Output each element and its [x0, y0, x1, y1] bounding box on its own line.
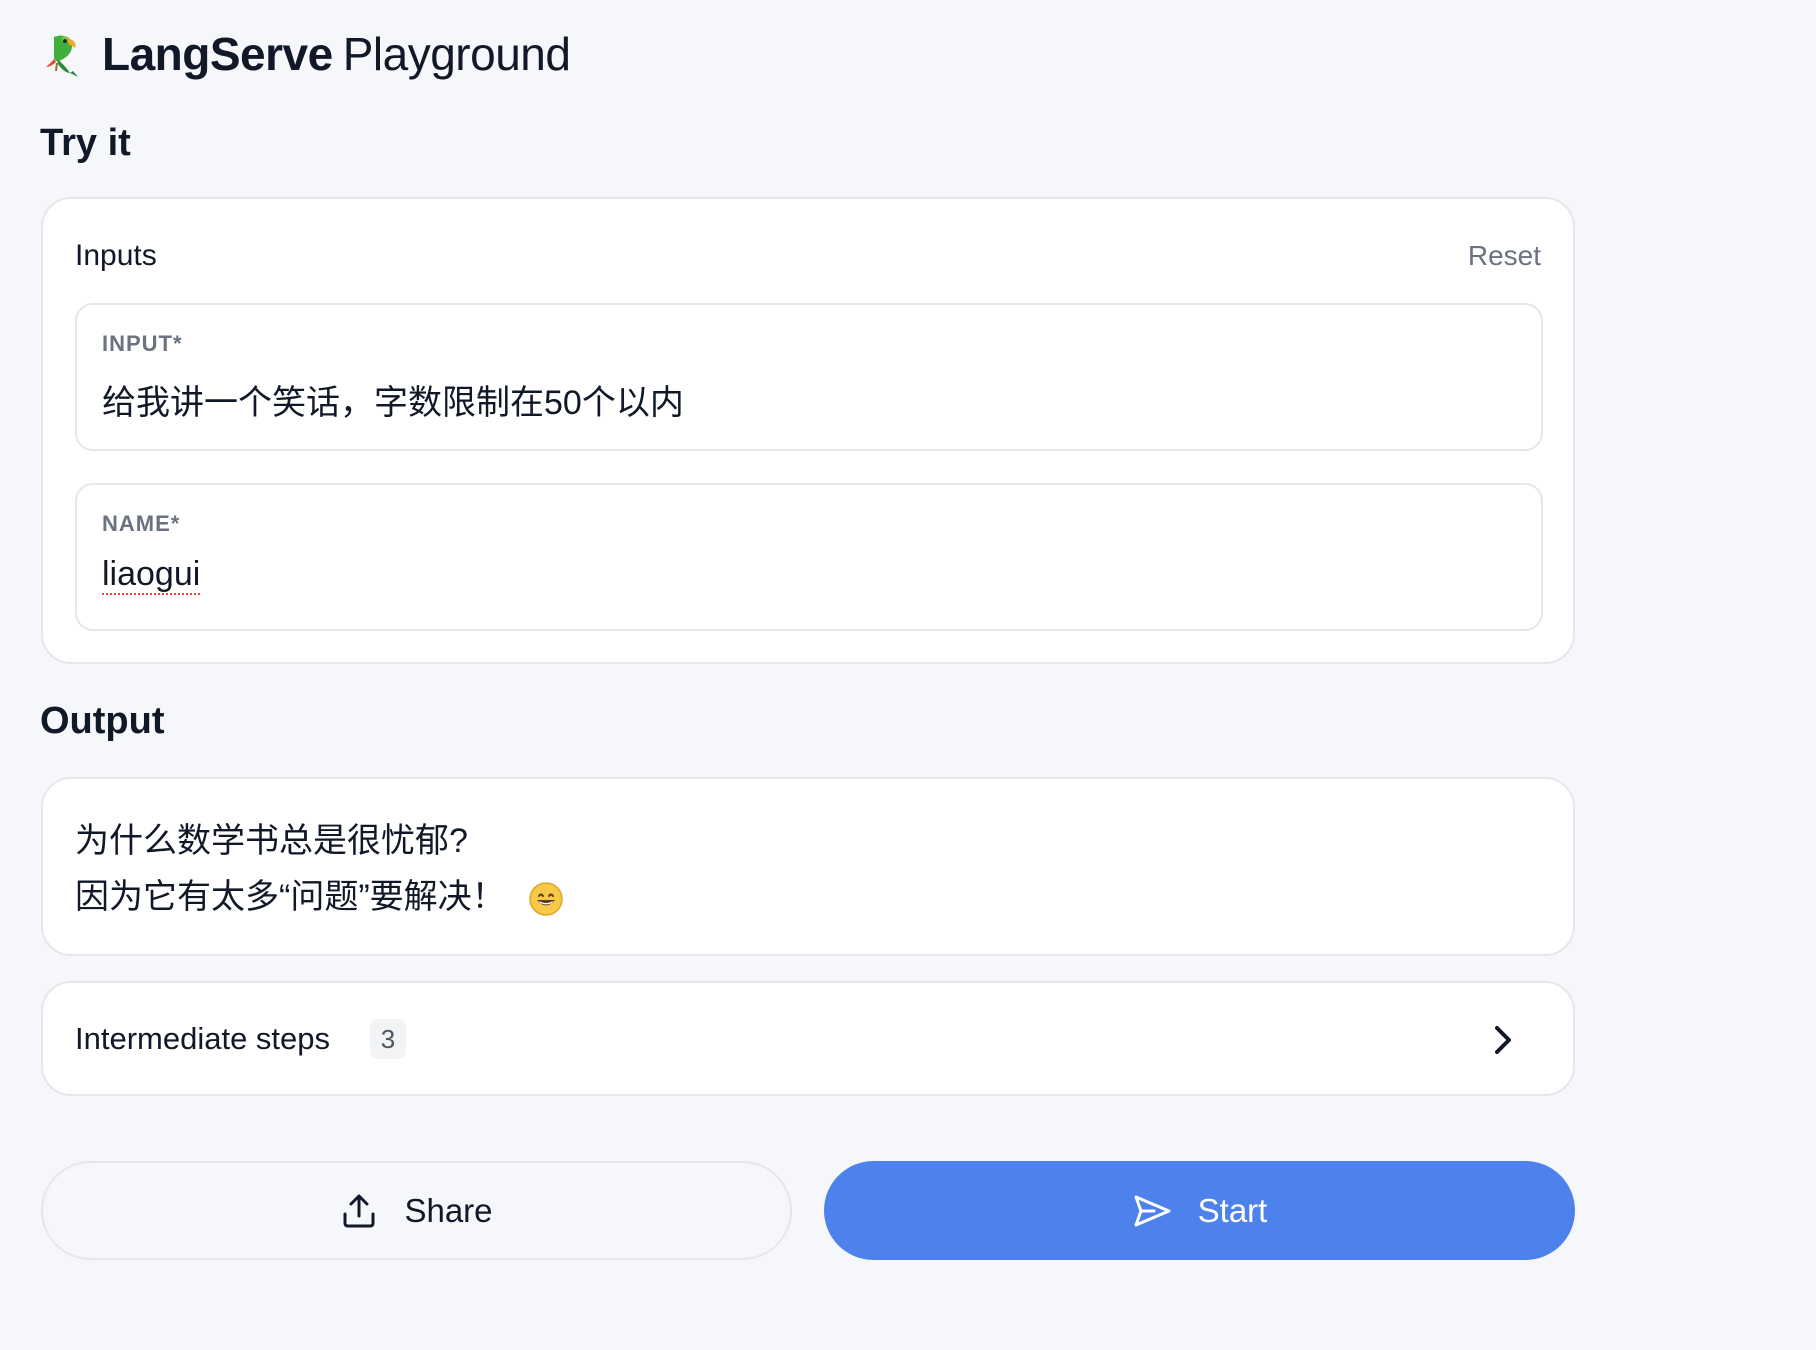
- start-button-label: Start: [1197, 1191, 1268, 1229]
- upload-icon: [343, 1194, 375, 1227]
- output-line-2-text: 因为它有太多“问题”要解决！: [75, 878, 506, 916]
- output-card: 为什么数学书总是很忧郁? 因为它有太多“问题”要解决！: [41, 777, 1575, 956]
- output-text: 为什么数学书总是很忧郁? 因为它有太多“问题”要解决！: [75, 813, 564, 925]
- input-field[interactable]: INPUT* 给我讲一个笑话，字数限制在50个以内: [75, 303, 1543, 451]
- name-field[interactable]: NAME* liaogui: [75, 483, 1543, 631]
- output-line-2: 因为它有太多“问题”要解决！: [75, 869, 564, 925]
- input-field-label: INPUT*: [102, 331, 183, 356]
- app-title-brand: LangServe: [102, 28, 333, 80]
- start-button[interactable]: Start: [824, 1161, 1575, 1260]
- intermediate-steps-toggle[interactable]: Intermediate steps 3: [41, 981, 1575, 1096]
- app-title: LangServe Playground: [102, 28, 571, 80]
- try-it-heading: Try it: [40, 122, 131, 164]
- inputs-card: Inputs Reset INPUT* 给我讲一个笑话，字数限制在50个以内 N…: [41, 197, 1575, 664]
- output-heading: Output: [40, 700, 165, 742]
- share-button-label: Share: [404, 1191, 493, 1229]
- reset-button[interactable]: Reset: [1468, 240, 1541, 272]
- inputs-label: Inputs: [75, 239, 157, 272]
- inputs-header: Inputs Reset: [75, 239, 1541, 273]
- app-header: LangServe Playground: [40, 24, 571, 84]
- grinning-face-emoji: [528, 882, 563, 916]
- app-title-suffix: Playground: [342, 28, 571, 80]
- intermediate-steps-count-badge: 3: [370, 1019, 406, 1059]
- name-field-label: NAME*: [102, 511, 181, 536]
- chevron-right-icon[interactable]: [1485, 1020, 1521, 1060]
- send-icon: [1134, 1195, 1171, 1226]
- share-button[interactable]: Share: [41, 1161, 792, 1260]
- output-line-1: 为什么数学书总是很忧郁?: [75, 822, 468, 860]
- intermediate-steps-label: Intermediate steps: [75, 1021, 331, 1056]
- input-field-value[interactable]: 给我讲一个笑话，字数限制在50个以内: [102, 375, 684, 424]
- parrot-icon: [46, 35, 78, 77]
- name-field-value[interactable]: liaogui: [102, 555, 200, 594]
